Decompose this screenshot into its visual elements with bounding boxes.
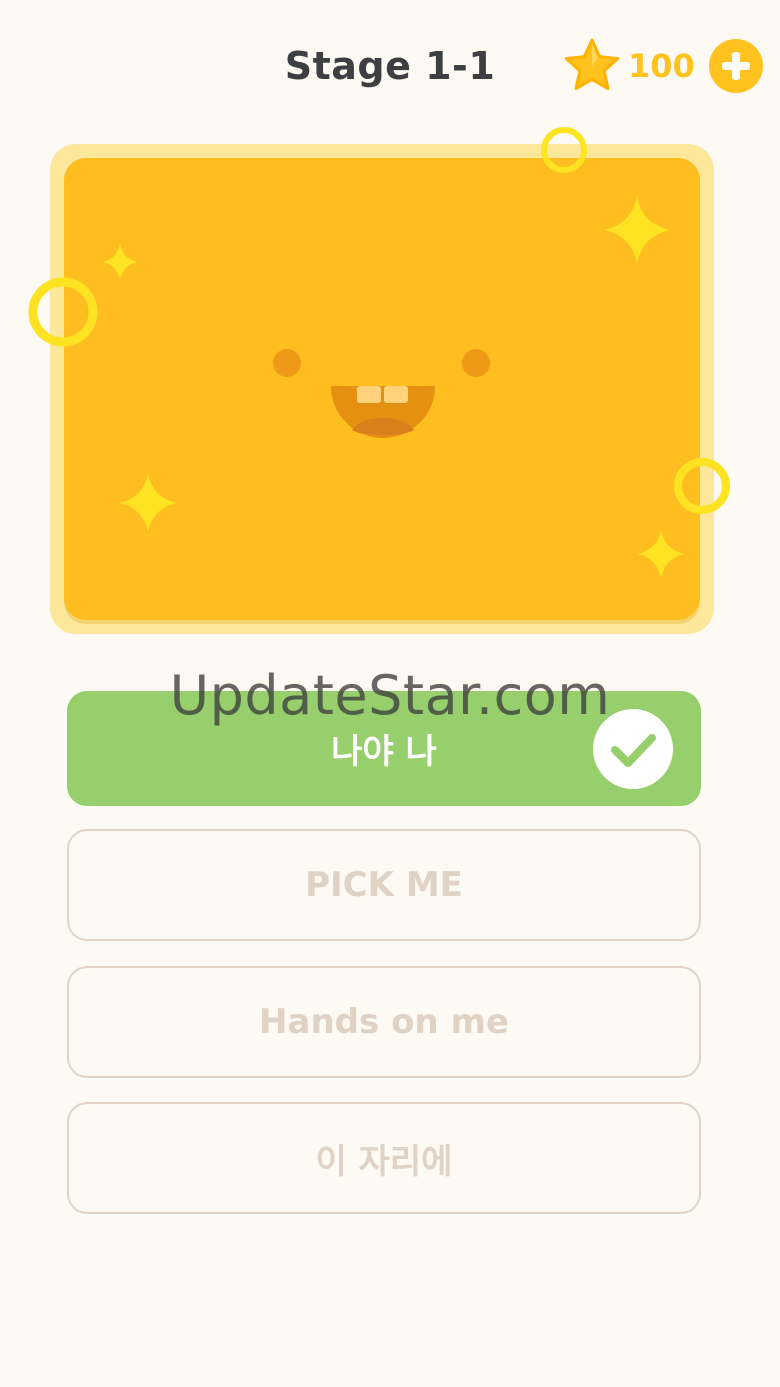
answer-label: Hands on me xyxy=(259,1002,509,1042)
answer-label: PICK ME xyxy=(305,865,463,905)
answer-option-4[interactable]: 이 자리에 xyxy=(67,1102,701,1214)
add-coins-button[interactable] xyxy=(708,39,763,93)
answer-option-3[interactable]: Hands on me xyxy=(67,966,701,1078)
answer-label: 나야 나 xyxy=(331,732,437,772)
checkmark-icon xyxy=(593,709,673,789)
answer-option-1[interactable]: 나야 나 xyxy=(67,691,701,806)
answer-label: 이 자리에 xyxy=(315,1141,453,1182)
coin-count: 100 xyxy=(628,47,695,85)
coin-counter: 100 xyxy=(562,36,763,96)
star-icon xyxy=(564,38,620,91)
answer-option-2[interactable]: PICK ME xyxy=(67,829,701,941)
character-card xyxy=(64,158,700,620)
